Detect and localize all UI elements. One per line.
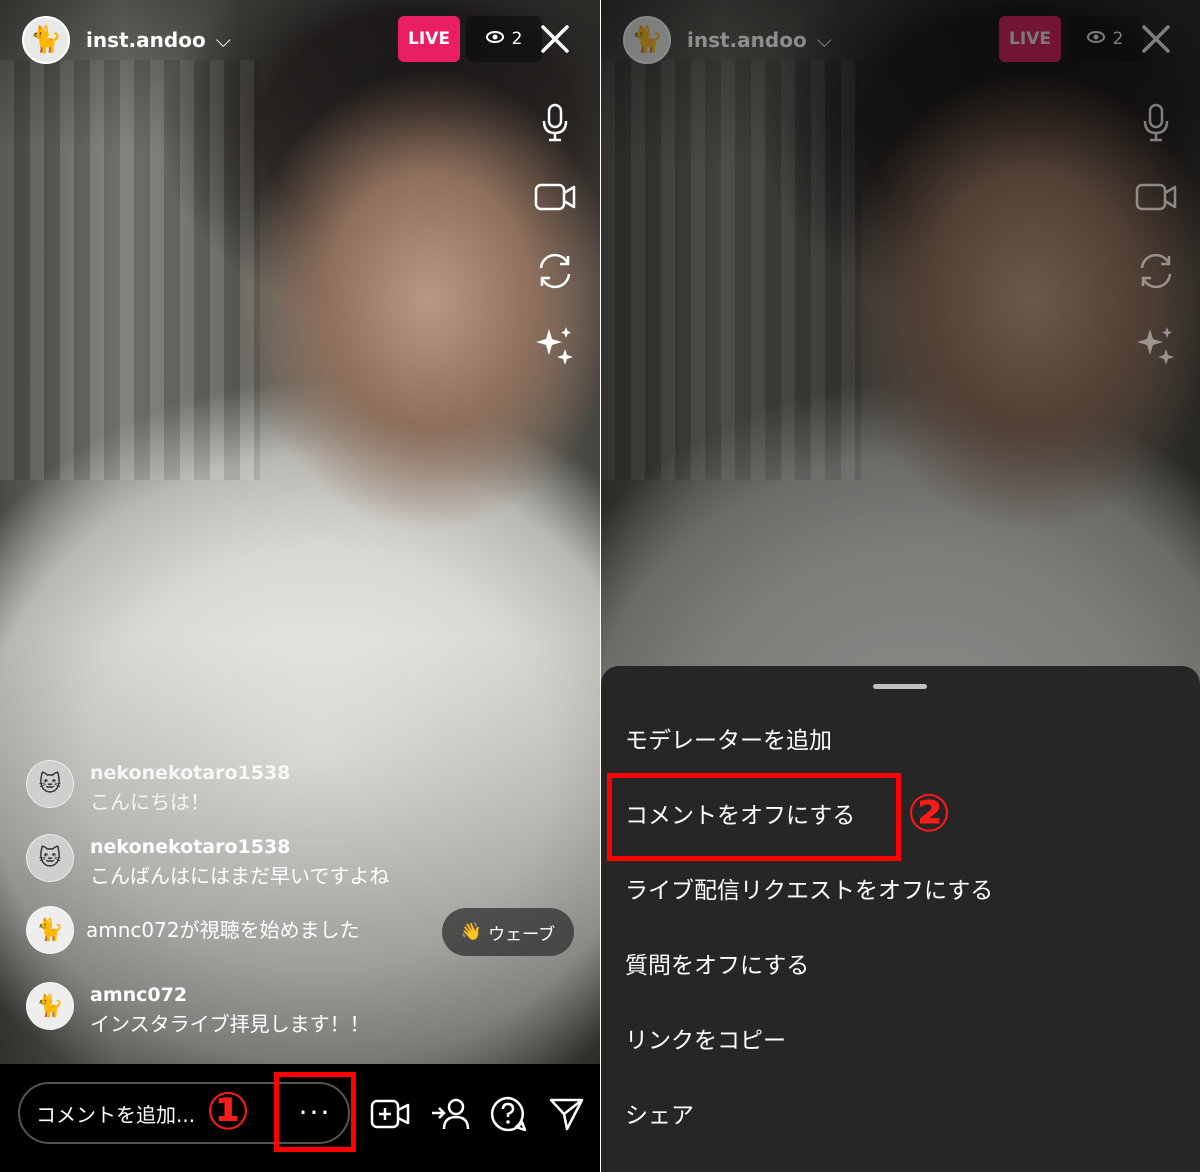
menu-item-turn-off-comments[interactable]: コメントをオフにする [625, 801, 855, 831]
more-options-button[interactable]: ··· [274, 1072, 356, 1152]
live-view-panel-left: 🐈 inst.andoo ⌵ LIVE 2 🐱 nekonekotaro1538… [0, 0, 600, 1172]
comment-username[interactable]: nekonekotaro1538 [90, 760, 290, 786]
send-icon[interactable] [544, 1092, 588, 1136]
avatar[interactable]: 🐈 [22, 16, 70, 64]
step-marker-2: ② [907, 784, 952, 844]
live-badge: LIVE [999, 16, 1061, 62]
avatar[interactable]: 🐱 [26, 760, 74, 808]
join-message: amnc072が視聴を始めました [86, 918, 360, 942]
step-marker-1: ① [206, 1082, 251, 1142]
list-item: 🐱 nekonekotaro1538 こんにちは！ [26, 760, 290, 818]
sparkles-icon[interactable] [1129, 318, 1183, 372]
avatar[interactable]: 🐈 [26, 982, 74, 1030]
close-icon[interactable] [532, 14, 578, 64]
list-item: 🐱 nekonekotaro1538 こんばんはにはまだ早いですよね [26, 834, 389, 892]
question-icon[interactable] [486, 1092, 530, 1136]
live-badge: LIVE [398, 16, 460, 62]
avatar[interactable]: 🐈 [26, 906, 74, 954]
microphone-icon[interactable] [1129, 96, 1183, 150]
live-header: 🐈 inst.andoo ⌵ LIVE 2 [623, 14, 1178, 66]
viewer-count: 2 [511, 29, 523, 49]
menu-item-share[interactable]: シェア [625, 1101, 694, 1131]
video-camera-icon[interactable] [1129, 170, 1183, 224]
live-header: 🐈 inst.andoo ⌵ LIVE 2 [22, 14, 578, 66]
video-camera-icon[interactable] [528, 170, 582, 224]
comment-text: こんばんはにはまだ早いですよね [90, 864, 390, 888]
menu-item-add-moderator[interactable]: モデレーターを追加 [625, 726, 832, 756]
flip-camera-icon[interactable] [1129, 244, 1183, 298]
comment-text: こんにちは！ [90, 790, 210, 814]
chevron-down-icon[interactable]: ⌵ [817, 28, 832, 52]
flip-camera-icon[interactable] [528, 244, 582, 298]
live-video [0, 0, 600, 1064]
bottom-bar: コメントを追加... ① ··· [0, 1064, 600, 1172]
options-bottom-sheet: モデレーターを追加 コメントをオフにする ② ライブ配信リクエストをオフにする … [601, 666, 1200, 1172]
invite-person-icon[interactable] [428, 1092, 472, 1136]
wave-label: ウェーブ [488, 924, 556, 945]
viewer-count-badge[interactable]: 2 [466, 16, 542, 62]
menu-item-copy-link[interactable]: リンクをコピー [625, 1026, 786, 1056]
viewer-count: 2 [1112, 29, 1124, 49]
menu-item-turn-off-questions[interactable]: 質問をオフにする [625, 951, 809, 981]
menu-item-turn-off-live-requests[interactable]: ライブ配信リクエストをオフにする [625, 876, 993, 906]
avatar[interactable]: 🐈 [623, 16, 671, 64]
username[interactable]: inst.andoo [86, 28, 206, 52]
username[interactable]: inst.andoo [687, 28, 807, 52]
list-item: 🐈 amnc072 インスタライブ拝見します！！ [26, 982, 370, 1040]
close-icon[interactable] [1133, 14, 1179, 64]
microphone-icon[interactable] [528, 96, 582, 150]
camera-controls [528, 96, 582, 392]
eye-icon [485, 29, 504, 49]
avatar[interactable]: 🐱 [26, 834, 74, 882]
viewer-count-badge[interactable]: 2 [1067, 16, 1143, 62]
comment-text: インスタライブ拝見します！！ [90, 1012, 370, 1036]
comment-username[interactable]: nekonekotaro1538 [90, 834, 389, 860]
wave-button[interactable]: 👋 ウェーブ [442, 908, 574, 956]
add-video-icon[interactable] [368, 1092, 412, 1136]
eye-icon [1086, 29, 1105, 49]
join-notification: 🐈 amnc072が視聴を始めました [26, 906, 360, 954]
sheet-grabber[interactable] [873, 684, 927, 689]
chevron-down-icon[interactable]: ⌵ [216, 28, 231, 52]
wave-hand-icon: 👋 [460, 922, 483, 942]
comment-username[interactable]: amnc072 [90, 982, 370, 1008]
camera-controls [1129, 96, 1183, 392]
live-view-panel-right: 🐈 inst.andoo ⌵ LIVE 2 モデレーターを追加 コメントをオフに… [601, 0, 1200, 1172]
sparkles-icon[interactable] [528, 318, 582, 372]
